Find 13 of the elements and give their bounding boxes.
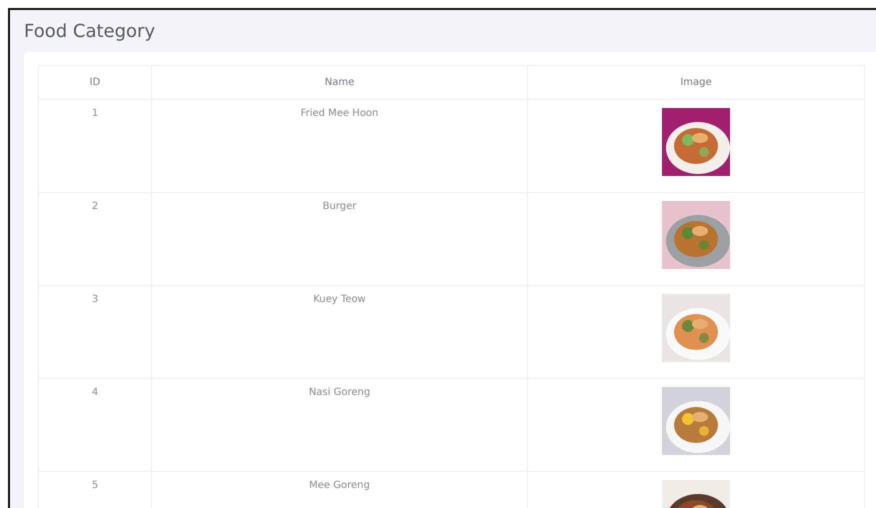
table-cell: 4	[38, 378, 152, 472]
page-title: Food Category	[24, 20, 156, 44]
column-header: Image	[528, 66, 864, 100]
table-cell: 5	[38, 472, 152, 508]
table-cell: 2	[38, 192, 152, 286]
column-header: Name	[152, 66, 528, 100]
table-cell: Burger	[152, 192, 528, 286]
table-cell: 1	[38, 100, 152, 192]
column-header: ID	[38, 66, 152, 100]
table-cell: Nasi Goreng	[152, 378, 528, 472]
table-cell: Fried Mee Hoon	[152, 100, 528, 192]
table-cell: Kuey Teow	[152, 286, 528, 378]
table-cell: 3	[38, 286, 152, 378]
